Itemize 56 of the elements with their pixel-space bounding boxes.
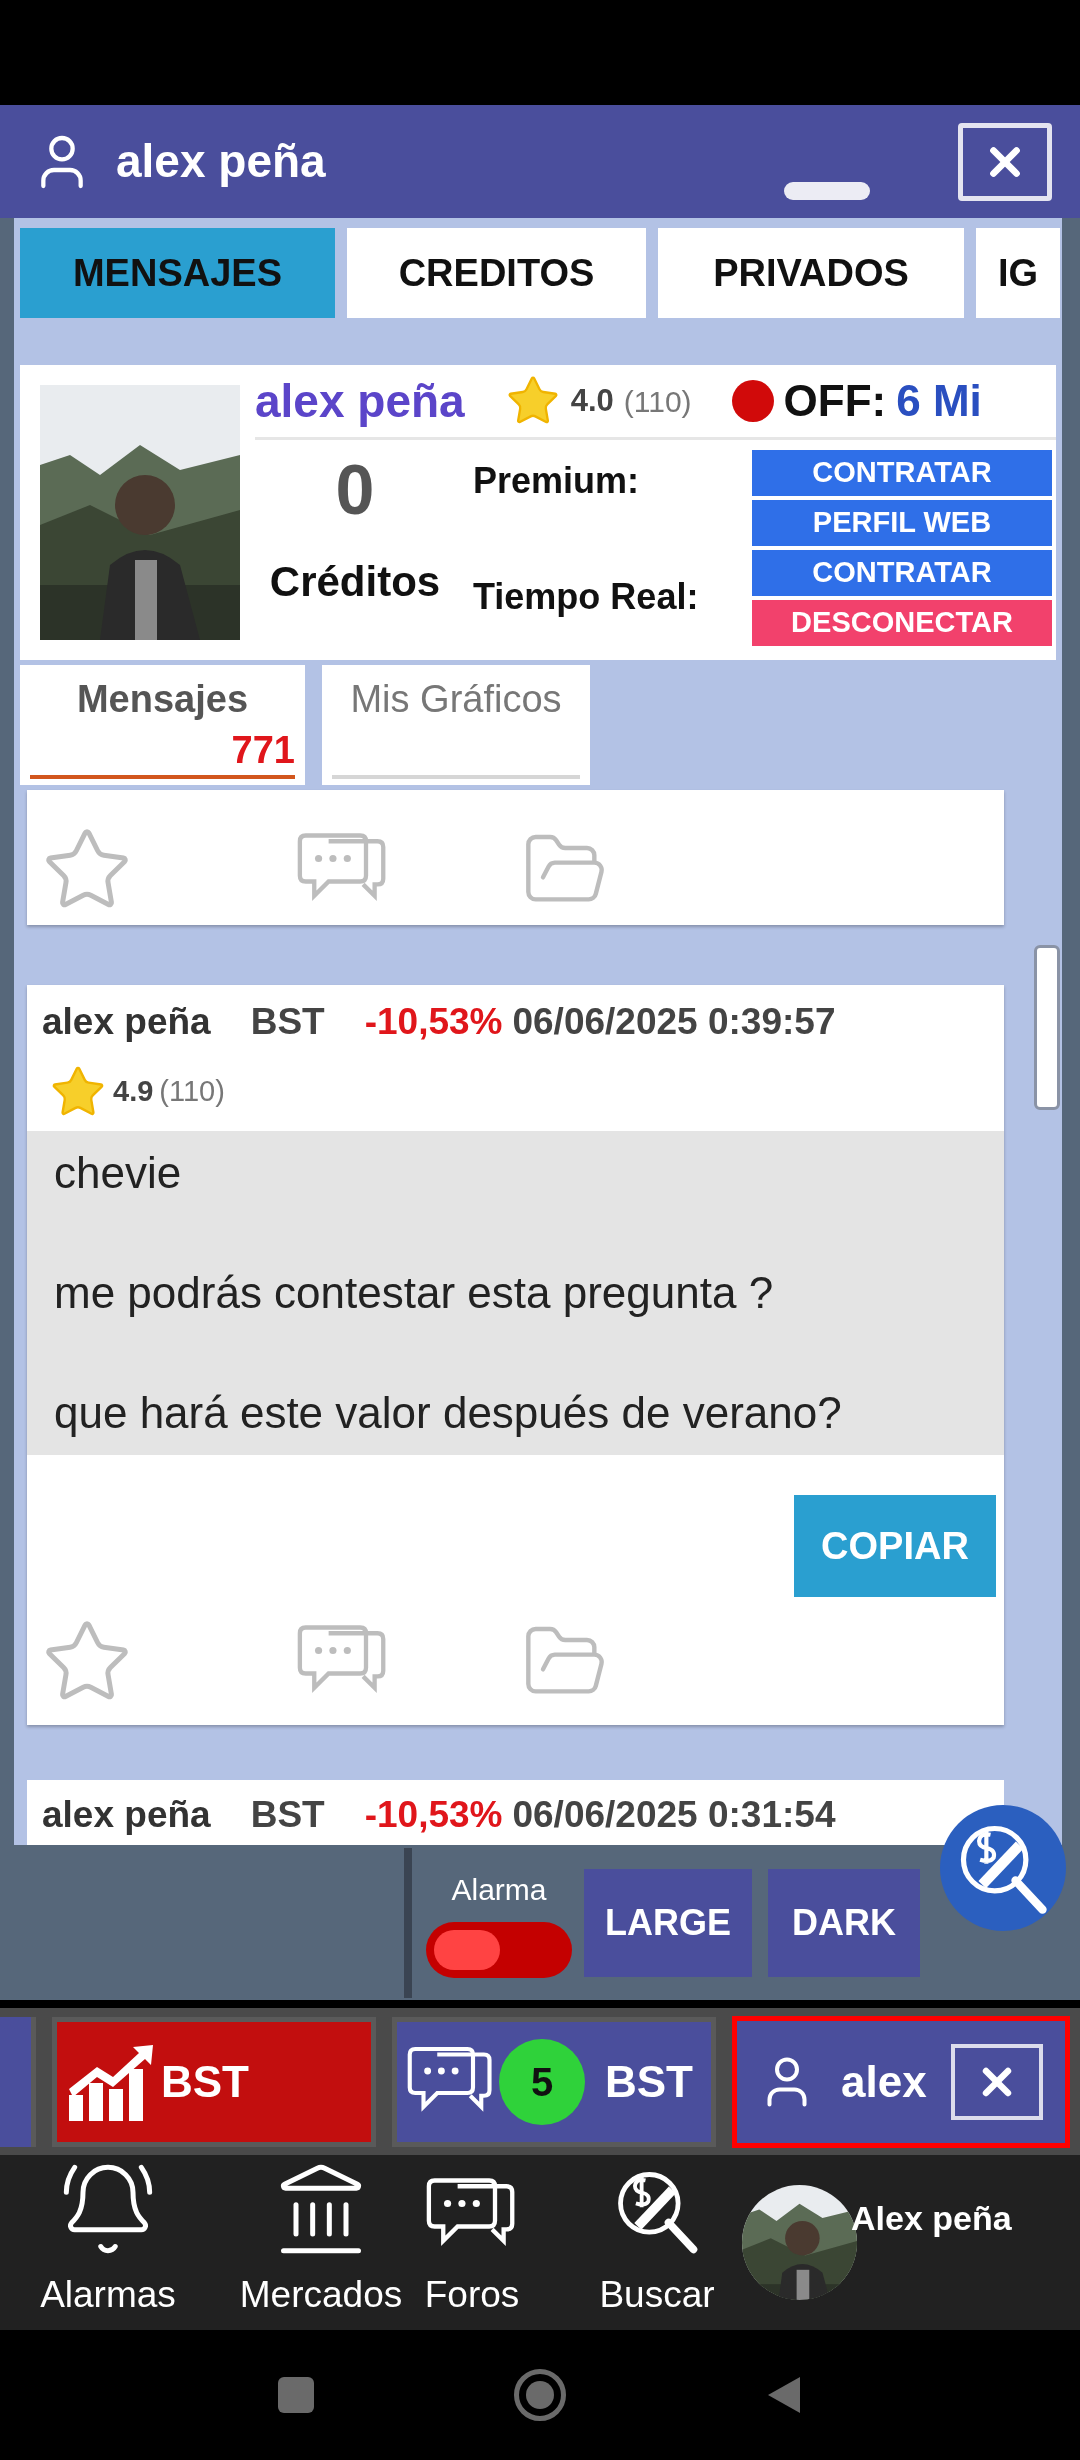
- section-tab[interactable]: Mensajes 771: [20, 665, 305, 785]
- count-badge: 5: [499, 2038, 585, 2125]
- web-profile-button[interactable]: PERFIL WEB: [752, 500, 1052, 546]
- disconnect-button[interactable]: DESCONECTAR: [752, 600, 1052, 646]
- display-button[interactable]: DARK: [768, 1868, 920, 1977]
- rating-value: 4.9: [113, 1074, 154, 1110]
- message-text: que hará este valor después de verano?: [54, 1391, 843, 1435]
- profile-name: alex peña: [255, 373, 465, 429]
- stock-symbol: BST: [250, 1000, 325, 1045]
- author-name[interactable]: alex peña: [42, 994, 211, 1050]
- bar-chart-arrow-icon: [67, 2042, 155, 2121]
- close-button[interactable]: [950, 2043, 1043, 2120]
- section-tab[interactable]: Mis Gráficos: [322, 665, 590, 785]
- realtime-label: Tiempo Real:: [473, 575, 699, 619]
- tab[interactable]: CREDITOS: [347, 228, 646, 318]
- close-button[interactable]: [958, 122, 1052, 201]
- tab[interactable]: PRIVADOS: [658, 228, 964, 318]
- window-title: alex peña: [116, 134, 326, 189]
- nav-item[interactable]: Alarmas: [16, 2158, 200, 2322]
- scrollbar[interactable]: [1034, 945, 1060, 1110]
- credits-value: 0: [335, 450, 375, 530]
- minimize-button[interactable]: [784, 182, 870, 200]
- tab-label: BST: [161, 2055, 249, 2108]
- tab[interactable]: IG: [976, 228, 1060, 318]
- status-label: OFF:: [783, 375, 887, 427]
- credits-label: Créditos: [269, 557, 441, 607]
- message-text: chevie: [54, 1151, 183, 1195]
- alarm-toggle[interactable]: [426, 1922, 572, 1978]
- tab-label: alex: [841, 2055, 927, 2108]
- rating-count: (110): [159, 1074, 225, 1110]
- nav-item[interactable]: Buscar: [582, 2162, 732, 2322]
- price-change: -10,53%: [364, 1793, 503, 1838]
- tab[interactable]: MENSAJES: [20, 228, 335, 318]
- premium-label: Premium:: [473, 459, 641, 503]
- contract-button[interactable]: CONTRATAR: [752, 550, 1052, 596]
- forum-tab[interactable]: 5 BST: [392, 2016, 716, 2147]
- display-button[interactable]: LARGE: [584, 1868, 752, 1977]
- message-count: 771: [231, 728, 295, 772]
- message-date: 06/06/2025 0:39:57: [512, 1000, 836, 1045]
- status-time: 6 Mi: [896, 375, 982, 427]
- recents-icon[interactable]: [278, 2377, 314, 2413]
- author-name[interactable]: alex peña: [42, 1787, 211, 1843]
- tab-label: BST: [605, 2055, 693, 2108]
- back-icon[interactable]: [766, 2375, 802, 2415]
- rating-count: (110): [623, 383, 692, 420]
- rating-value: 4.0: [570, 381, 614, 420]
- message-text: me podrás contestar esta pregunta ?: [54, 1271, 775, 1315]
- home-icon[interactable]: [514, 2369, 566, 2421]
- message-date: 06/06/2025 0:31:54: [512, 1793, 836, 1838]
- account-name: Alex peña: [851, 2198, 1012, 2239]
- alarm-label: Alarma: [451, 1872, 547, 1908]
- user-tab[interactable]: alex: [732, 2015, 1070, 2148]
- stock-tab[interactable]: BST: [52, 2016, 376, 2147]
- stock-symbol: BST: [250, 1793, 325, 1838]
- contract-button[interactable]: CONTRATAR: [752, 450, 1052, 496]
- price-change: -10,53%: [364, 1000, 503, 1045]
